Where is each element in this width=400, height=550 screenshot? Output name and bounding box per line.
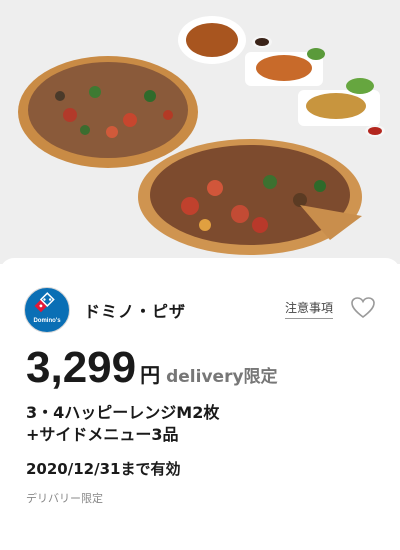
offer-title: 3・4ハッピーレンジM2枚 +サイドメニュー3品: [26, 402, 219, 446]
logo-wordmark: Domino's: [33, 318, 61, 324]
hero-image: [0, 0, 400, 264]
domino-tile-icon: [34, 292, 55, 313]
currency-label: 円: [140, 363, 161, 387]
offer-title-line2: +サイドメニュー3品: [26, 425, 179, 444]
offer-title-line1: 3・4ハッピーレンジM2枚: [26, 403, 220, 422]
delivery-only-label: delivery限定: [166, 367, 278, 387]
heart-outline-icon: [351, 297, 375, 319]
brand-name: ドミノ・ピザ: [84, 302, 187, 321]
brand-row: Domino's ドミノ・ピザ: [24, 287, 186, 333]
price-value: 3,299: [26, 343, 137, 392]
notes-link[interactable]: 注意事項: [285, 299, 334, 319]
favorite-button[interactable]: [350, 296, 376, 320]
price-row: 3,299 円 delivery限定: [26, 346, 278, 390]
dominos-logo: Domino's: [24, 287, 70, 333]
valid-until: 2020/12/31まで有効: [26, 460, 181, 478]
restriction-note: デリバリー限定: [26, 492, 103, 505]
pizza-photo: [0, 0, 400, 264]
